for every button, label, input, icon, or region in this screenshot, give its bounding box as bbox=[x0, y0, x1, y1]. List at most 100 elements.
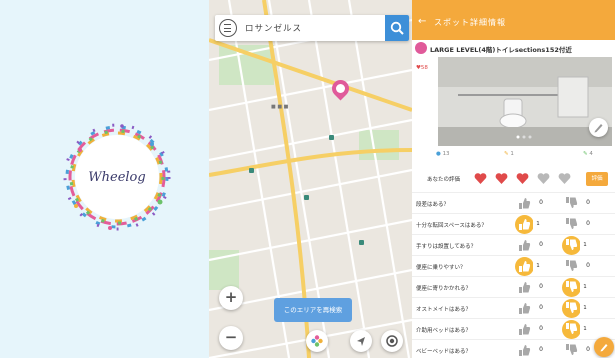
search-icon bbox=[390, 21, 404, 35]
no-count: 1 bbox=[580, 324, 590, 335]
no-count: 1 bbox=[580, 303, 590, 314]
detail-title: スポット詳細情報 bbox=[434, 18, 506, 27]
walk-count-value: 4 bbox=[589, 151, 593, 157]
thumbs-up-icon[interactable] bbox=[517, 217, 531, 231]
thumbs-down-icon[interactable] bbox=[564, 259, 578, 273]
zoom-in-button[interactable]: + bbox=[219, 286, 243, 310]
walk-count[interactable]: ✎ 4 bbox=[583, 151, 593, 157]
logo-center: Wheelog bbox=[75, 135, 159, 219]
map-place-label: ■ ■ ■ bbox=[271, 104, 289, 110]
question-row: 便座に寄りかかれる？ 0 1 bbox=[412, 276, 615, 297]
favorite-count[interactable]: ♥58 bbox=[416, 65, 428, 71]
yes-count: 0 bbox=[539, 325, 543, 332]
spot-photo[interactable] bbox=[438, 57, 612, 146]
edit-count-value: 1 bbox=[510, 151, 514, 157]
thumbs-up-icon[interactable] bbox=[517, 259, 531, 273]
question-label: 便座に乗りやすい？ bbox=[416, 265, 466, 271]
navigate-arrow-icon bbox=[357, 337, 365, 346]
edit-photo-button[interactable] bbox=[589, 118, 608, 137]
heart-icon[interactable] bbox=[537, 172, 550, 185]
thumbs-down-icon[interactable] bbox=[564, 322, 578, 336]
walk-icon: ✎ bbox=[583, 151, 588, 157]
thumbs-down-icon[interactable] bbox=[564, 238, 578, 252]
yes-count: 1 bbox=[533, 261, 543, 272]
flower-icon bbox=[311, 335, 323, 347]
edit-count[interactable]: ✎ 1 bbox=[504, 151, 514, 157]
question-label: オストメイトはある？ bbox=[416, 307, 472, 313]
rating-label: あなたの評価 bbox=[427, 177, 461, 183]
no-count: 0 bbox=[586, 262, 590, 269]
yes-count: 1 bbox=[533, 219, 543, 230]
edit-fab-button[interactable] bbox=[594, 337, 614, 357]
wheelog-logo: Wheelog bbox=[62, 122, 172, 232]
search-input[interactable]: ロサンゼルス bbox=[245, 22, 302, 34]
no-count: 0 bbox=[586, 199, 590, 206]
research-area-button[interactable]: このエリアを再検索 bbox=[274, 298, 352, 322]
spot-category-button[interactable] bbox=[306, 330, 328, 352]
location-target-icon bbox=[386, 335, 398, 347]
spot-name: LARGE LEVEL(4階)トイレsections152付近 bbox=[430, 46, 572, 54]
search-button[interactable] bbox=[385, 15, 409, 41]
thumbs-up-icon[interactable] bbox=[517, 322, 531, 336]
pencil-icon bbox=[594, 124, 603, 133]
thumbs-up-icon[interactable] bbox=[517, 196, 531, 210]
yes-count: 0 bbox=[539, 346, 543, 353]
spot-detail-screen: ← スポット詳細情報 LARGE LEVEL(4階)トイレsections152… bbox=[412, 0, 615, 358]
question-label: 介助用ベッドはある？ bbox=[416, 328, 472, 334]
yes-count: 0 bbox=[539, 304, 543, 311]
question-row: オストメイトはある？ 0 1 bbox=[412, 297, 615, 318]
zoom-out-button[interactable]: − bbox=[219, 326, 243, 350]
question-label: 十分な転回スペースはある？ bbox=[416, 223, 487, 229]
menu-icon[interactable] bbox=[219, 19, 237, 37]
thumbs-down-icon[interactable] bbox=[564, 301, 578, 315]
question-label: 段差はある？ bbox=[416, 202, 450, 208]
question-row: 段差はある？ 0 0 bbox=[412, 192, 615, 213]
splash-screen: Wheelog bbox=[0, 0, 209, 358]
edit-icon: ✎ bbox=[504, 151, 509, 157]
screenshot-collage: Wheelog ■ ■ ■ ロサンゼルス + − このエリアを再検索 ← スポッ… bbox=[0, 0, 615, 358]
thumbs-up-icon[interactable] bbox=[517, 280, 531, 294]
thumbs-up-icon[interactable] bbox=[517, 343, 531, 357]
question-row: 便座に乗りやすい？ 1 0 bbox=[412, 255, 615, 276]
thumbs-up-icon[interactable] bbox=[517, 238, 531, 252]
spot-stats: ● 13 ✎ 1 ✎ 4 bbox=[412, 151, 615, 165]
no-count: 0 bbox=[586, 220, 590, 227]
navigate-button[interactable] bbox=[350, 330, 372, 352]
question-label: 便座に寄りかかれる？ bbox=[416, 286, 472, 292]
toilet-category-icon bbox=[415, 42, 427, 54]
no-count: 0 bbox=[586, 346, 590, 353]
question-row: ベビーベッドはある？ 0 0 bbox=[412, 339, 615, 358]
thumbs-down-icon[interactable] bbox=[564, 217, 578, 231]
yes-count: 0 bbox=[539, 241, 543, 248]
pencil-icon bbox=[600, 344, 608, 352]
logo-text: Wheelog bbox=[88, 169, 146, 185]
back-arrow-icon[interactable]: ← bbox=[418, 16, 426, 27]
no-count: 1 bbox=[580, 282, 590, 293]
toilet-photo-image bbox=[438, 57, 612, 146]
detail-header: ← スポット詳細情報 bbox=[412, 0, 615, 40]
question-row: 手すりは設置してある？ 0 1 bbox=[412, 234, 615, 255]
no-count: 1 bbox=[580, 240, 590, 251]
current-location-button[interactable] bbox=[381, 330, 403, 352]
question-row: 介助用ベッドはある？ 0 1 bbox=[412, 318, 615, 339]
thumbs-down-icon[interactable] bbox=[564, 280, 578, 294]
heart-icon[interactable] bbox=[558, 172, 571, 185]
question-label: 手すりは設置してある？ bbox=[416, 244, 477, 250]
comment-count[interactable]: ● 13 bbox=[436, 151, 450, 157]
heart-icon[interactable] bbox=[516, 172, 529, 185]
rate-button[interactable]: 評価 bbox=[586, 172, 608, 186]
comment-icon: ● bbox=[436, 151, 441, 157]
map-screen[interactable]: ■ ■ ■ ロサンゼルス + − このエリアを再検索 bbox=[209, 0, 412, 358]
yes-count: 0 bbox=[539, 283, 543, 290]
thumbs-down-icon[interactable] bbox=[564, 196, 578, 210]
heart-icon[interactable] bbox=[495, 172, 508, 185]
rating-row: あなたの評価 評価 bbox=[412, 170, 615, 188]
comment-count-value: 13 bbox=[442, 151, 450, 157]
thumbs-up-icon[interactable] bbox=[517, 301, 531, 315]
search-bar[interactable]: ロサンゼルス bbox=[215, 15, 409, 41]
yes-count: 0 bbox=[539, 199, 543, 206]
heart-icon[interactable] bbox=[474, 172, 487, 185]
thumbs-down-icon[interactable] bbox=[564, 343, 578, 357]
question-row: 十分な転回スペースはある？ 1 0 bbox=[412, 213, 615, 234]
question-label: ベビーベッドはある？ bbox=[416, 349, 472, 355]
